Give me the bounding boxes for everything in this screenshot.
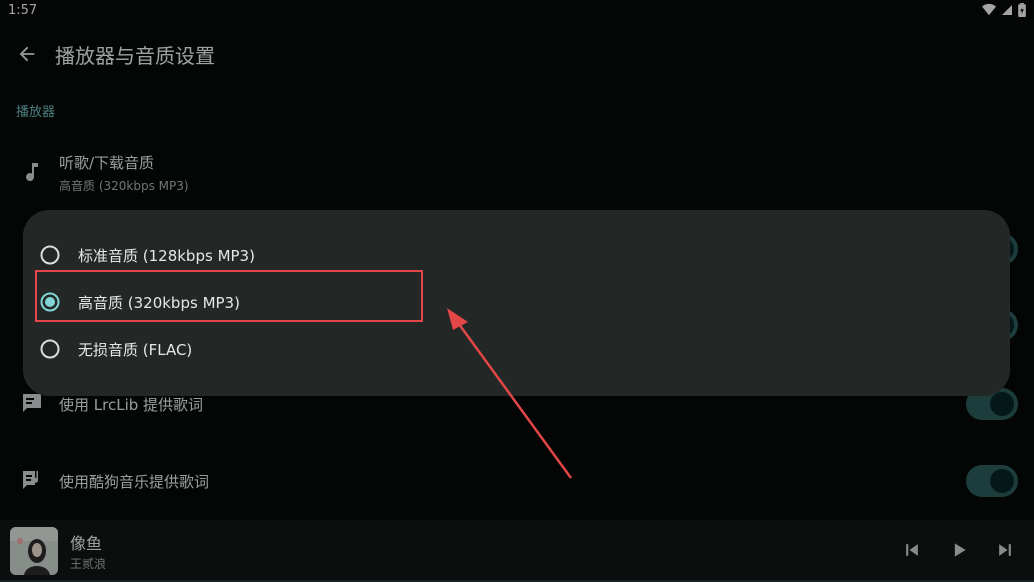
option-lossless[interactable]: 无损音质 (FLAC): [23, 327, 1010, 371]
annotation-highlight-box: [35, 270, 423, 322]
radio-unchecked-icon[interactable]: [40, 339, 60, 359]
screen: 1:57 播放器与音质设置 播放器 听歌/下载音质 高音质 (320kbps M…: [0, 0, 1034, 582]
option-label: 标准音质 (128kbps MP3): [78, 247, 255, 265]
radio-unchecked-icon[interactable]: [40, 245, 60, 265]
option-label: 无损音质 (FLAC): [78, 341, 193, 359]
